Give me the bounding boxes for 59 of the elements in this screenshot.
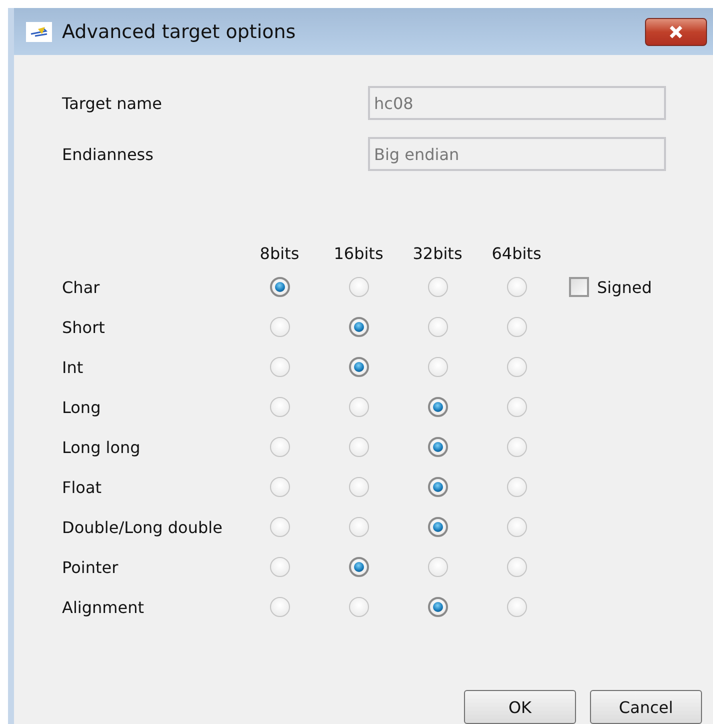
row-label: Long [62, 398, 102, 416]
radio-button[interactable] [506, 477, 526, 497]
radio-button[interactable] [506, 517, 526, 537]
dialog-button[interactable]: OK [464, 690, 576, 724]
radio-button[interactable] [270, 597, 290, 617]
radio-button[interactable] [348, 477, 368, 497]
column-header: 8bits [258, 244, 300, 265]
radio-button[interactable] [348, 357, 368, 377]
radio-button[interactable] [348, 317, 368, 337]
radio-button[interactable] [506, 397, 526, 417]
dialog-button[interactable]: Cancel [590, 690, 702, 724]
radio-button[interactable] [428, 357, 448, 377]
radio-button[interactable] [270, 277, 290, 297]
radio-button[interactable] [428, 317, 448, 337]
radio-button[interactable] [428, 397, 448, 417]
column-header: 16bits [332, 244, 384, 265]
row-label: Short [62, 318, 106, 336]
radio-button[interactable] [506, 557, 526, 577]
radio-button[interactable] [348, 397, 368, 417]
row-label: Int [62, 358, 84, 376]
window-title: Advanced target options [62, 20, 297, 42]
radio-button[interactable] [506, 597, 526, 617]
radio-button[interactable] [270, 357, 290, 377]
radio-button[interactable] [348, 277, 368, 297]
radio-button[interactable] [348, 557, 368, 577]
radio-button[interactable] [270, 557, 290, 577]
radio-button[interactable] [348, 437, 368, 457]
column-header: 64bits [490, 244, 542, 265]
radio-button[interactable] [270, 437, 290, 457]
radio-button[interactable] [506, 437, 526, 457]
radio-button[interactable] [270, 477, 290, 497]
radio-button[interactable] [428, 597, 448, 617]
checkbox[interactable] [569, 277, 589, 297]
radio-button[interactable] [270, 397, 290, 417]
radio-button[interactable] [428, 277, 448, 297]
close-icon [668, 24, 684, 40]
radio-button[interactable] [506, 357, 526, 377]
close-button[interactable] [645, 18, 707, 46]
radio-button[interactable] [270, 517, 290, 537]
row-label: Alignment [62, 598, 145, 616]
row-label: Pointer [62, 558, 120, 576]
row-label: Long long [62, 438, 142, 456]
radio-button[interactable] [506, 317, 526, 337]
checkbox-label: Signed [597, 278, 652, 296]
row-label: Float [62, 478, 103, 496]
row-label: Double/Long double [62, 518, 224, 536]
radio-button[interactable] [270, 317, 290, 337]
field-label: Endianness [62, 144, 154, 164]
radio-button[interactable] [348, 597, 368, 617]
radio-button[interactable] [428, 517, 448, 537]
radio-button[interactable] [428, 557, 448, 577]
field-label: Target name [62, 94, 163, 112]
app-icon [26, 22, 52, 42]
row-label: Char [62, 278, 101, 296]
radio-button[interactable] [428, 437, 448, 457]
radio-button[interactable] [428, 477, 448, 497]
radio-button[interactable] [506, 277, 526, 297]
radio-button[interactable] [348, 517, 368, 537]
column-header: 32bits [412, 244, 464, 265]
